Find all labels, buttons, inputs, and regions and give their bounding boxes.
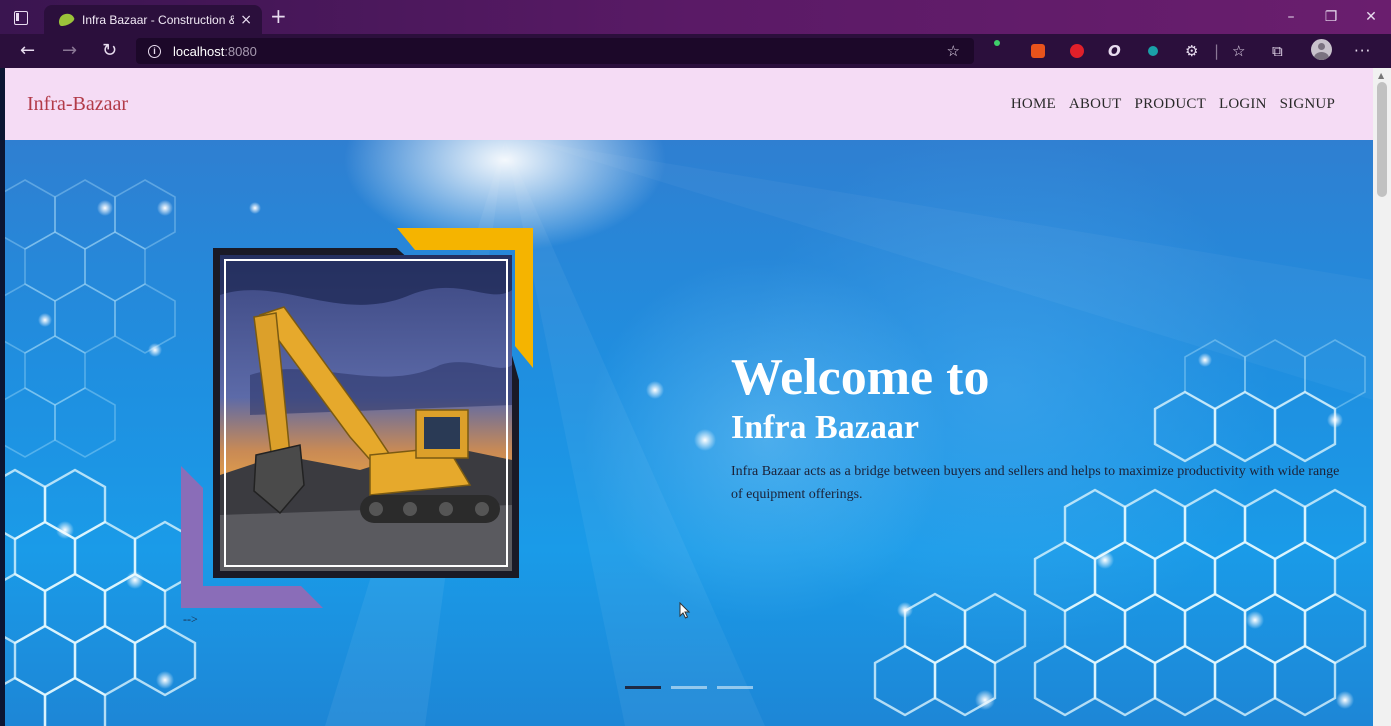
stray-comment-text: -->	[183, 612, 198, 626]
page-viewport: Infra-Bazaar HOME ABOUT PRODUCT LOGIN SI…	[5, 68, 1373, 726]
browser-toolbar: ← → ↻ i localhost :8080 ☆ O ⚙ | ☆ ⧉ ···	[0, 34, 1391, 68]
nav-about[interactable]: ABOUT	[1069, 96, 1122, 113]
collections-icon[interactable]: ⧉	[1272, 42, 1283, 60]
new-tab-icon[interactable]: +	[270, 5, 287, 27]
address-bar[interactable]: i localhost :8080 ☆	[136, 38, 974, 64]
leaf-favicon-icon	[56, 11, 76, 28]
restore-icon[interactable]: ❐	[1311, 0, 1351, 34]
profile-avatar-icon[interactable]	[1311, 39, 1332, 60]
toolbar-divider: |	[1214, 42, 1220, 60]
nav-login[interactable]: LOGIN	[1219, 96, 1267, 113]
excavator-image	[220, 255, 512, 571]
office-extension-icon[interactable]	[1031, 44, 1045, 58]
url-host: localhost	[173, 43, 225, 59]
favorite-add-icon[interactable]: ☆	[947, 42, 960, 60]
carousel-indicators	[625, 686, 753, 689]
hero-description: Infra Bazaar acts as a bridge between bu…	[731, 464, 1340, 502]
hero-carousel: --> Welcome to Infra Bazaar Infra Bazaar…	[5, 140, 1373, 726]
nav-links: HOME ABOUT PRODUCT LOGIN SIGNUP	[1011, 96, 1335, 113]
extension-o-icon[interactable]: O	[1108, 42, 1121, 60]
nav-home[interactable]: HOME	[1011, 96, 1056, 113]
extension-green-icon[interactable]	[994, 40, 1000, 46]
site-brand[interactable]: Infra-Bazaar	[27, 93, 128, 116]
window-controls: – ❐ ✕	[1271, 0, 1391, 34]
adblock-extension-icon[interactable]	[1070, 44, 1084, 58]
hero-text-block: Welcome to Infra Bazaar Infra Bazaar act…	[731, 350, 1341, 506]
nav-product[interactable]: PRODUCT	[1135, 96, 1206, 113]
scrollbar-thumb[interactable]	[1377, 82, 1387, 197]
carousel-indicator-3[interactable]	[717, 686, 753, 689]
hero-subheading: Infra Bazaar	[731, 409, 919, 446]
carousel-indicator-1[interactable]	[625, 686, 661, 689]
url-port: :8080	[224, 43, 257, 59]
favorites-icon[interactable]: ☆	[1232, 42, 1245, 60]
site-navbar: Infra-Bazaar HOME ABOUT PRODUCT LOGIN SI…	[5, 68, 1373, 140]
back-icon[interactable]: ←	[20, 41, 35, 61]
extension-teal-icon[interactable]	[1148, 46, 1158, 56]
scroll-up-icon[interactable]: ▲	[1378, 71, 1384, 80]
carousel-indicator-2[interactable]	[671, 686, 707, 689]
minimize-icon[interactable]: –	[1271, 0, 1311, 34]
nav-signup[interactable]: SIGNUP	[1280, 96, 1335, 113]
hero-heading: Welcome to	[731, 349, 990, 406]
browser-tab[interactable]: Infra Bazaar - Construction & Bu ×	[44, 5, 262, 34]
mouse-cursor-icon	[679, 602, 691, 619]
refresh-icon[interactable]: ↻	[102, 41, 117, 61]
tab-close-icon[interactable]: ×	[240, 12, 252, 28]
browser-titlebar: Infra Bazaar - Construction & Bu × + – ❐…	[0, 0, 1391, 34]
more-icon[interactable]: ···	[1354, 42, 1371, 60]
site-info-icon[interactable]: i	[148, 44, 161, 58]
tab-actions-icon[interactable]	[12, 9, 28, 25]
forward-icon[interactable]: →	[62, 41, 77, 61]
close-window-icon[interactable]: ✕	[1351, 0, 1391, 34]
page-scrollbar[interactable]: ▲	[1373, 68, 1391, 726]
extensions-icon[interactable]: ⚙	[1185, 42, 1198, 60]
tab-title: Infra Bazaar - Construction & Bu	[82, 12, 234, 27]
